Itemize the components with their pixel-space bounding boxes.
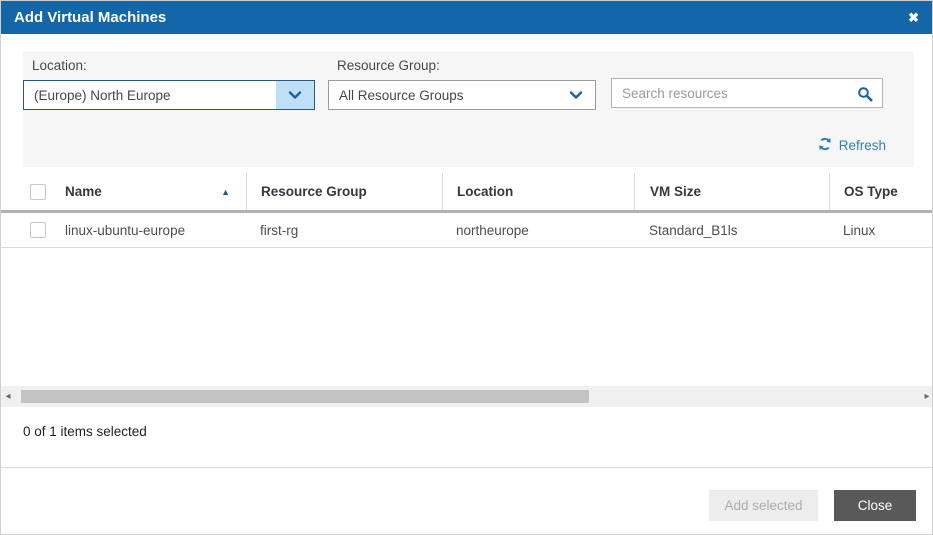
column-header-os-type[interactable]: OS Type — [829, 173, 932, 210]
chevron-down-icon — [557, 81, 595, 109]
dialog-title: Add Virtual Machines — [14, 9, 167, 26]
column-header-resource-group[interactable]: Resource Group — [246, 173, 442, 210]
refresh-icon — [818, 137, 832, 154]
sort-ascending-icon: ▲ — [221, 186, 230, 197]
resource-group-dropdown[interactable]: All Resource Groups — [328, 80, 596, 110]
table-header-row: Name ▲ Resource Group Location VM Size O… — [1, 173, 932, 213]
add-virtual-machines-dialog: Add Virtual Machines ✖ Location: (Europe… — [0, 0, 933, 535]
resource-group-selected-value: All Resource Groups — [339, 87, 464, 103]
resource-group-filter-group: Resource Group: All Resource Groups — [328, 51, 596, 110]
refresh-link[interactable]: Refresh — [818, 137, 886, 154]
row-vm-size-cell: Standard_B1ls — [649, 222, 738, 238]
scroll-right-icon[interactable]: ▸ — [920, 386, 932, 407]
column-header-vm-size[interactable]: VM Size — [634, 173, 829, 210]
row-checkbox-cell — [21, 213, 65, 247]
search-filter-group — [611, 78, 883, 110]
row-location-cell: northeurope — [456, 222, 529, 238]
column-header-name[interactable]: Name ▲ — [65, 173, 246, 210]
refresh-label: Refresh — [838, 138, 886, 153]
filter-row: Location: (Europe) North Europe Resource… — [23, 51, 914, 110]
filter-panel: Location: (Europe) North Europe Resource… — [23, 51, 914, 167]
search-input[interactable] — [612, 79, 882, 107]
resource-group-label: Resource Group: — [337, 58, 440, 73]
column-header-location[interactable]: Location — [442, 173, 634, 210]
add-selected-button[interactable]: Add selected — [709, 490, 818, 521]
row-checkbox[interactable] — [30, 222, 46, 238]
selection-summary: 0 of 1 items selected — [23, 424, 147, 439]
search-box — [611, 78, 883, 108]
footer-divider — [1, 467, 932, 468]
horizontal-scrollbar[interactable]: ◂ ▸ — [1, 386, 932, 407]
close-icon[interactable]: ✖ — [908, 11, 919, 24]
vm-table: Name ▲ Resource Group Location VM Size O… — [1, 173, 932, 248]
row-resource-group-cell: first-rg — [260, 222, 299, 238]
dialog-title-bar: Add Virtual Machines ✖ — [1, 1, 932, 34]
row-name-cell: linux-ubuntu-europe — [65, 222, 186, 238]
table-row[interactable]: linux-ubuntu-europe first-rg northeurope… — [1, 213, 932, 248]
chevron-down-icon — [276, 81, 314, 109]
search-icon — [857, 86, 873, 105]
header-checkbox-cell — [21, 173, 65, 210]
location-selected-value: (Europe) North Europe — [34, 87, 171, 103]
close-button[interactable]: Close — [834, 490, 916, 521]
select-all-checkbox[interactable] — [30, 183, 46, 200]
scrollbar-thumb[interactable] — [21, 390, 589, 403]
location-dropdown[interactable]: (Europe) North Europe — [23, 80, 315, 110]
location-filter-group: Location: (Europe) North Europe — [23, 51, 315, 110]
scroll-left-icon[interactable]: ◂ — [1, 386, 15, 407]
location-label: Location: — [32, 58, 87, 73]
row-os-type-cell: Linux — [843, 222, 876, 238]
